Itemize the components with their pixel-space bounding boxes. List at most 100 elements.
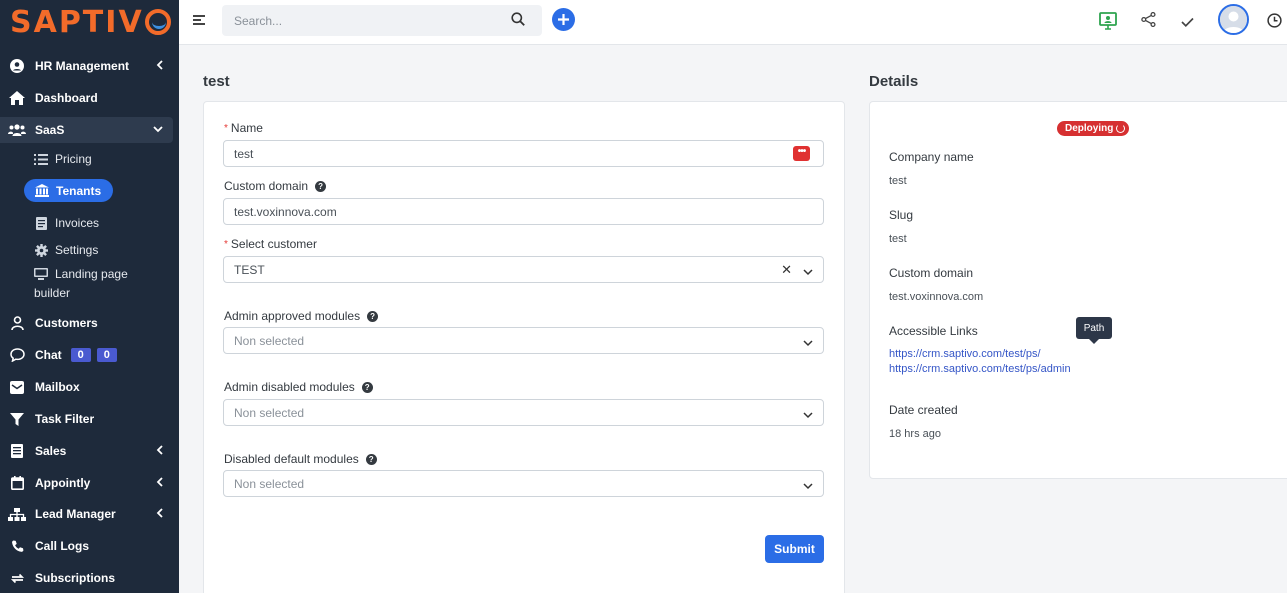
- sidebar-subitem-label-line-2: builder: [34, 286, 71, 300]
- clear-icon[interactable]: ✕: [781, 262, 792, 278]
- sidebar-item-subscriptions[interactable]: Subscriptions: [0, 566, 179, 590]
- help-icon[interactable]: ?: [361, 381, 373, 393]
- sidebar-item-sales[interactable]: Sales: [0, 439, 179, 463]
- details-title: Details: [869, 73, 919, 90]
- default-value: Non selected: [234, 476, 305, 491]
- sidebar-item-label: Dashboard: [35, 91, 98, 105]
- chevron-down-icon: [153, 124, 163, 136]
- sidebar-item-label: SaaS: [35, 123, 65, 137]
- sidebar-subitem-pricing[interactable]: Pricing: [34, 148, 92, 170]
- user-icon: [8, 316, 26, 330]
- check-icon[interactable]: [1181, 14, 1194, 32]
- help-icon[interactable]: ?: [367, 310, 379, 322]
- disabled-default-modules-label: Disabled default modules?: [224, 452, 377, 466]
- slug-value: test: [889, 233, 907, 245]
- sidebar-subitem-tenants[interactable]: Tenants: [24, 179, 114, 202]
- custom-domain-label: Custom domain?: [224, 179, 327, 193]
- sidebar-item-call-logs[interactable]: Call Logs: [0, 534, 179, 558]
- chat-badge: 0: [70, 348, 91, 362]
- sidebar-item-label: Call Logs: [35, 539, 90, 553]
- sidebar-item-label: Subscriptions: [35, 571, 116, 585]
- admin-disabled-modules-select[interactable]: Non selected: [223, 399, 824, 426]
- quick-create-button[interactable]: [552, 8, 575, 31]
- chevron-down-icon: [803, 408, 813, 422]
- gear-icon: [34, 243, 48, 257]
- company-name-value: test: [889, 175, 907, 187]
- chevron-down-icon: [803, 479, 813, 493]
- select-customer-label: * Select customer: [224, 237, 317, 251]
- filter-icon: [8, 412, 26, 426]
- slug-label: Slug: [889, 208, 914, 222]
- chevron-left-icon: [156, 476, 163, 490]
- admin-approved-modules-label: Admin approved modules?: [224, 309, 379, 323]
- help-icon[interactable]: ?: [315, 180, 327, 192]
- menu-toggle-icon[interactable]: [193, 15, 205, 27]
- sidebar-item-task-filter[interactable]: Task Filter: [0, 407, 179, 431]
- admin-approved-modules-label-text: Admin approved modules: [224, 309, 361, 323]
- sidebar-item-dashboard[interactable]: Dashboard: [0, 86, 179, 110]
- chevron-left-icon: [156, 507, 163, 521]
- share-icon[interactable]: [1141, 11, 1156, 32]
- name-field[interactable]: test •••: [223, 140, 824, 167]
- clock-icon[interactable]: [1267, 13, 1282, 33]
- chat-badge: 0: [96, 348, 117, 362]
- accessible-links-label: Accessible Links: [889, 324, 978, 338]
- sidebar-item-label: Chat: [35, 348, 62, 362]
- disabled-value: Non selected: [234, 405, 305, 420]
- disabled-default-modules-label-text: Disabled default modules: [224, 452, 359, 466]
- company-name-label: Company name: [889, 150, 974, 164]
- bank-icon: [35, 184, 49, 197]
- status-badge: Deploying: [1057, 121, 1130, 136]
- teacher-board-icon[interactable]: [1099, 12, 1117, 35]
- chevron-left-icon: [156, 59, 163, 73]
- sidebar-subitem-label: Landing page: [55, 266, 128, 282]
- sidebar-item-label: Sales: [35, 444, 67, 458]
- sidebar-item-label: Task Filter: [35, 412, 95, 426]
- chat-icon: [8, 348, 26, 362]
- logo[interactable]: SAPTIV: [0, 0, 179, 44]
- avatar[interactable]: [1218, 4, 1249, 35]
- sidebar-item-customers[interactable]: Customers: [0, 311, 179, 335]
- admin-disabled-modules-label: Admin disabled modules?: [224, 380, 373, 394]
- sidebar-item-label: HR Management: [35, 59, 130, 73]
- user-circle-icon: [8, 59, 26, 73]
- admin-approved-modules-select[interactable]: Non selected: [223, 327, 824, 354]
- sidebar: SAPTIV HR Management Dashboard SaaS Pric…: [0, 0, 179, 593]
- accessible-link-admin[interactable]: https://crm.saptivo.com/test/ps/admin: [889, 363, 1071, 375]
- custom-domain-field[interactable]: test.voxinnova.com: [223, 198, 824, 225]
- help-icon[interactable]: ?: [365, 453, 377, 465]
- sidebar-item-chat[interactable]: Chat 0 0: [0, 343, 179, 367]
- name-label-text: Name: [230, 121, 263, 135]
- customer-select[interactable]: TEST ✕: [223, 256, 824, 283]
- sidebar-item-mailbox[interactable]: Mailbox: [0, 375, 179, 399]
- sidebar-item-lead-manager[interactable]: Lead Manager: [0, 502, 179, 526]
- custom-domain-label-text: Custom domain: [224, 179, 309, 193]
- accessible-link-ps[interactable]: https://crm.saptivo.com/test/ps/: [889, 348, 1041, 360]
- sidebar-subitem-invoices[interactable]: Invoices: [34, 212, 99, 234]
- users-icon: [8, 124, 26, 136]
- customer-value: TEST: [234, 262, 265, 277]
- password-manager-icon[interactable]: •••: [793, 146, 810, 161]
- disabled-default-modules-select[interactable]: Non selected: [223, 470, 824, 497]
- search-input[interactable]: [222, 5, 542, 36]
- topbar: [179, 0, 1287, 45]
- status-text: Deploying: [1065, 123, 1114, 134]
- sidebar-subitem-label: Settings: [55, 243, 99, 257]
- calendar-icon: [8, 476, 26, 490]
- sitemap-icon: [8, 507, 26, 521]
- path-tooltip: Path: [1076, 317, 1112, 344]
- logo-text: SAPTIV: [10, 5, 171, 40]
- sidebar-subitem-label: Invoices: [55, 216, 100, 230]
- search-icon[interactable]: [511, 12, 525, 31]
- sidebar-item-saas[interactable]: SaaS: [0, 117, 173, 143]
- date-created-value: 18 hrs ago: [889, 428, 941, 440]
- name-value: test: [234, 146, 254, 161]
- sidebar-item-appointly[interactable]: Appointly: [0, 471, 179, 495]
- chevron-down-icon: [803, 336, 813, 350]
- submit-button[interactable]: Submit: [765, 535, 824, 563]
- sidebar-subitem-settings[interactable]: Settings: [34, 239, 98, 261]
- sidebar-item-hr-management[interactable]: HR Management: [0, 54, 179, 78]
- spinner-icon: [1116, 124, 1126, 133]
- custom-domain-detail-label: Custom domain: [889, 266, 974, 280]
- home-icon: [8, 91, 26, 105]
